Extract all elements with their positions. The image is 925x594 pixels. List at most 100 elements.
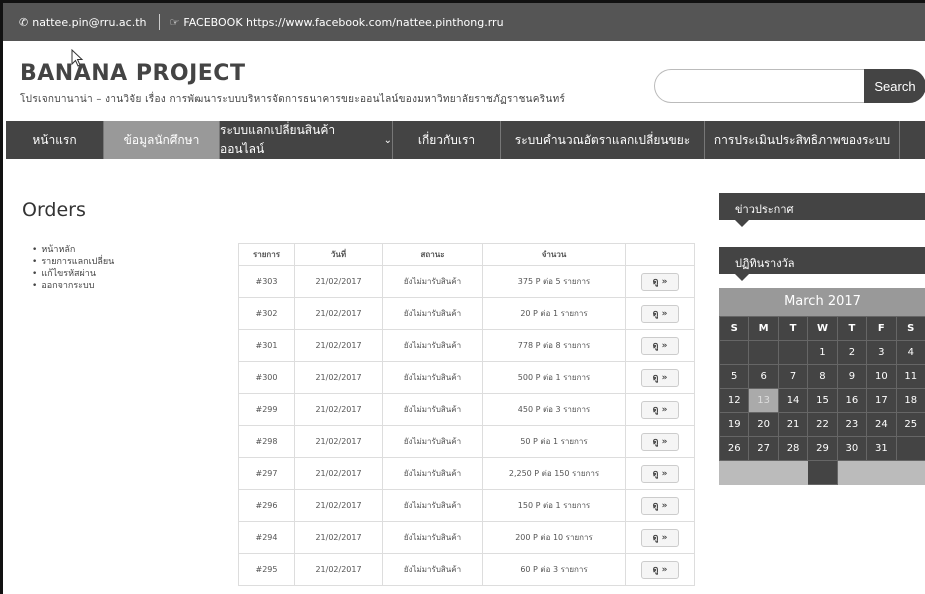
order-amount: 200 P ต่อ 10 รายการ [482, 521, 626, 554]
header-arrow [735, 220, 749, 227]
site-title[interactable]: BANANA PROJECT [20, 61, 565, 86]
nav-item-evaluation[interactable]: การประเมินประสิทธิภาพของระบบ [705, 121, 900, 159]
calendar-day[interactable]: 15 [807, 388, 838, 413]
view-order-button[interactable]: ดู » [641, 368, 679, 387]
order-action-cell: ดู » [625, 521, 695, 554]
page-title: Orders [22, 199, 86, 221]
calendar-nav-cell [895, 460, 925, 485]
table-row: #300 21/02/2017 ยังไม่มารับสินค้า 500 P ต่อ… [238, 361, 695, 394]
orders-table: รายการ วันที่ สถานะ จำนวน #303 21/02/2017… [238, 243, 695, 586]
calendar-day[interactable]: 30 [836, 436, 868, 461]
order-id: #301 [238, 329, 295, 362]
contact-email[interactable]: nattee.pin@rru.ac.th [32, 16, 146, 29]
order-date: 21/02/2017 [294, 393, 383, 426]
calendar-empty-cell [748, 340, 779, 365]
order-status: ยังไม่มารับสินค้า [382, 361, 483, 394]
calendar-day[interactable]: 12 [718, 388, 750, 413]
calendar-day[interactable]: 13 [748, 388, 779, 413]
calendar: March 2017 SMTWTFS 1 2 3 4 5 6 7 8 9 10 11 12 13 14 15… [718, 288, 925, 485]
calendar-days: 1 2 3 4 5 6 7 8 9 10 11 12 13 14 15 16 17 18 19 20 21 22 23 24 2… [718, 340, 925, 485]
order-id: #295 [238, 553, 295, 586]
calendar-day[interactable]: 10 [866, 364, 897, 389]
news-title: ข่าวประกาศ [735, 203, 794, 216]
calendar-day[interactable]: 1 [807, 340, 838, 365]
calendar-day[interactable]: 18 [895, 388, 925, 413]
nav-label: ระบบแลกเปลี่ยนสินค้าออนไลน์ [220, 123, 336, 156]
search-input[interactable] [654, 69, 864, 103]
order-id: #299 [238, 393, 295, 426]
view-order-button[interactable]: ดู » [641, 272, 679, 291]
view-order-button[interactable]: ดู » [641, 400, 679, 419]
menu-item-logout[interactable]: ออกจากระบบ [32, 280, 114, 292]
table-row: #294 21/02/2017 ยังไม่มารับสินค้า 200 P ต่อ… [238, 521, 695, 554]
calendar-day[interactable]: 19 [718, 412, 750, 437]
view-order-button[interactable]: ดู » [641, 304, 679, 323]
calendar-day[interactable]: 29 [807, 436, 838, 461]
order-date: 21/02/2017 [294, 489, 383, 522]
table-row: #302 21/02/2017 ยังไม่มารับสินค้า 20 P ต่อ … [238, 297, 695, 330]
calendar-day[interactable]: 3 [866, 340, 897, 365]
calendar-day[interactable]: 28 [777, 436, 809, 461]
order-date: 21/02/2017 [294, 425, 383, 458]
view-order-button[interactable]: ดู » [641, 528, 679, 547]
view-order-button[interactable]: ดู » [641, 336, 679, 355]
order-amount: 50 P ต่อ 1 รายการ [482, 425, 626, 458]
order-date: 21/02/2017 [294, 265, 383, 298]
table-row: #299 21/02/2017 ยังไม่มารับสินค้า 450 P ต่อ… [238, 393, 695, 426]
calendar-header: ปฏิทินรางวัล [719, 247, 925, 281]
phone-icon: ✆ [19, 15, 29, 29]
calendar-day[interactable]: 8 [807, 364, 838, 389]
calendar-day[interactable]: 26 [718, 436, 750, 461]
calendar-day[interactable]: 24 [866, 412, 897, 437]
calendar-day[interactable]: 2 [836, 340, 868, 365]
order-id: #298 [238, 425, 295, 458]
calendar-empty-cell [777, 340, 809, 365]
calendar-day[interactable]: 23 [836, 412, 868, 437]
calendar-day[interactable]: 27 [748, 436, 779, 461]
order-action-cell: ดู » [625, 361, 695, 394]
calendar-empty-cell [895, 436, 925, 461]
pointing-hand-icon: ☞ [169, 15, 180, 29]
order-amount: 2,250 P ต่อ 150 รายการ [482, 457, 626, 490]
nav-item-rate-calculator[interactable]: ระบบคำนวณอัตราแลกเปลี่ยนขยะ [501, 121, 705, 159]
menu-item-exchange-list[interactable]: รายการแลกเปลี่ยน [32, 256, 114, 268]
order-action-cell: ดู » [625, 425, 695, 458]
calendar-day[interactable]: 7 [777, 364, 809, 389]
table-row: #297 21/02/2017 ยังไม่มารับสินค้า 2,250 P ต… [238, 457, 695, 490]
nav-item-online-exchange[interactable]: ระบบแลกเปลี่ยนสินค้าออนไลน์ ⌄ [220, 121, 393, 159]
calendar-day[interactable]: 4 [895, 340, 925, 365]
view-order-button[interactable]: ดู » [641, 464, 679, 483]
nav-item-about[interactable]: เกี่ยวกับเรา [393, 121, 501, 159]
calendar-day[interactable]: 16 [836, 388, 868, 413]
view-order-button[interactable]: ดู » [641, 432, 679, 451]
calendar-weekday: M [748, 316, 779, 341]
calendar-day[interactable]: 25 [895, 412, 925, 437]
search-button[interactable]: Search [864, 69, 925, 103]
col-header-amount: จำนวน [482, 243, 626, 266]
calendar-title: ปฏิทินรางวัล [735, 257, 795, 270]
view-order-button[interactable]: ดู » [641, 560, 679, 579]
nav-item-home[interactable]: หน้าแรก [6, 121, 104, 159]
calendar-day[interactable]: 14 [777, 388, 809, 413]
calendar-day[interactable]: 21 [777, 412, 809, 437]
calendar-day[interactable]: 6 [748, 364, 779, 389]
nav-item-student-info[interactable]: ข้อมูลนักศึกษา [104, 121, 220, 159]
calendar-day[interactable]: 5 [718, 364, 750, 389]
calendar-day[interactable]: 9 [836, 364, 868, 389]
calendar-nav-cell [777, 460, 809, 485]
facebook-link[interactable]: FACEBOOK https://www.facebook.com/nattee… [183, 16, 503, 29]
table-row: #303 21/02/2017 ยังไม่มารับสินค้า 375 P ต่อ… [238, 265, 695, 298]
order-status: ยังไม่มารับสินค้า [382, 329, 483, 362]
calendar-day[interactable]: 22 [807, 412, 838, 437]
calendar-nav-cell [866, 460, 897, 485]
calendar-day[interactable]: 20 [748, 412, 779, 437]
menu-item-change-password[interactable]: แก้ไขรหัสผ่าน [32, 268, 114, 280]
calendar-weekday: W [807, 316, 838, 341]
calendar-day[interactable]: 31 [866, 436, 897, 461]
order-amount: 150 P ต่อ 1 รายการ [482, 489, 626, 522]
calendar-nav-cell [748, 460, 779, 485]
menu-item-home[interactable]: หน้าหลัก [32, 244, 114, 256]
calendar-day[interactable]: 11 [895, 364, 925, 389]
calendar-day[interactable]: 17 [866, 388, 897, 413]
view-order-button[interactable]: ดู » [641, 496, 679, 515]
